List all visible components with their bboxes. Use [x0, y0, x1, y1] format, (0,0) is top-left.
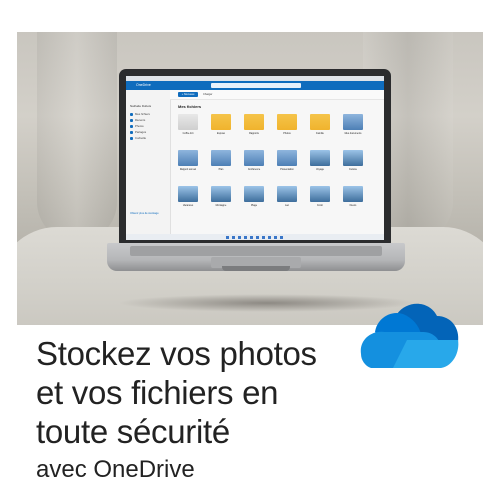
headline-line-1: Stockez vos photos: [36, 335, 317, 372]
file-name: Plan: [218, 168, 224, 171]
laptop-screen: OneDrive Nathalie Dubois Mes fichiers Ré…: [126, 76, 384, 240]
file-tile: Lac: [275, 186, 299, 212]
command-bar: + Nouveau Charger: [170, 90, 384, 100]
laptop-keyboard: [130, 246, 382, 256]
file-tile: Rapports: [242, 114, 266, 140]
file-thumbnail: [310, 150, 330, 166]
file-thumbnail: [244, 186, 264, 202]
file-tile: Conférence: [242, 150, 266, 176]
file-name: Fleurs: [349, 204, 357, 207]
file-name: Lac: [285, 204, 289, 207]
sidebar-item: Récents: [130, 118, 145, 122]
folder-icon: [244, 114, 264, 130]
headline: Stockez vos photos et vos fichiers en to…: [36, 334, 366, 451]
onedrive-suite-bar: OneDrive: [126, 81, 384, 90]
upload-button: Charger: [203, 93, 213, 96]
file-name: Cuisine: [349, 168, 357, 171]
file-name: Mes documents: [344, 132, 362, 135]
file-tile: Plage: [242, 186, 266, 212]
file-tile: Rapport annuel: [176, 150, 200, 176]
folder-icon: [211, 114, 231, 130]
file-thumbnail: [178, 114, 198, 130]
file-thumbnail: [277, 150, 297, 166]
onedrive-sidebar: Nathalie Dubois Mes fichiers Récents Pho…: [126, 90, 171, 240]
section-title: Mes fichiers: [178, 104, 202, 109]
file-thumbnail: [211, 150, 231, 166]
new-button: + Nouveau: [178, 92, 198, 97]
file-tile: Plan: [209, 150, 233, 176]
file-name: Famille: [316, 132, 324, 135]
file-name: Conférence: [247, 168, 261, 171]
file-thumbnail: [277, 186, 297, 202]
storage-link: Obtenir plus de stockage: [130, 212, 159, 215]
laptop-notch: [222, 266, 290, 271]
onedrive-cloud-icon: [360, 303, 459, 368]
subline: avec OneDrive: [36, 456, 195, 483]
file-tile: Exposé: [209, 114, 233, 140]
file-name: Coffre-fort: [182, 132, 194, 135]
app-name: OneDrive: [136, 83, 151, 87]
file-thumbnail: [244, 150, 264, 166]
file-tile: Montagne: [209, 186, 233, 212]
file-name: Exposé: [217, 132, 225, 135]
sidebar-item: Photos: [130, 124, 144, 128]
sidebar-item: Mes fichiers: [130, 112, 150, 116]
folder-icon: [277, 114, 297, 130]
file-thumbnail: [211, 186, 231, 202]
file-tile: Voyage: [308, 150, 332, 176]
file-tile: Présentation: [275, 150, 299, 176]
file-name: Photos: [283, 132, 291, 135]
file-name: Voyage: [316, 168, 324, 171]
headline-line-3: toute sécurité: [36, 413, 230, 450]
file-thumbnail: [343, 150, 363, 166]
file-name: Plage: [250, 204, 258, 207]
file-tile: Vacances: [176, 186, 200, 212]
file-thumbnail: [310, 186, 330, 202]
file-thumbnail: [343, 186, 363, 202]
file-tile: Photos: [275, 114, 299, 140]
file-name: Forêt: [317, 204, 323, 207]
taskbar: [126, 234, 384, 240]
headline-line-2: et vos fichiers en: [36, 374, 279, 411]
sidebar-user: Nathalie Dubois: [130, 104, 152, 108]
file-tile: Famille: [308, 114, 332, 140]
file-thumbnail: [178, 150, 198, 166]
sidebar-item: Partagés: [130, 130, 146, 134]
sidebar-item: Corbeille: [130, 136, 146, 140]
file-name: Présentation: [280, 168, 294, 171]
file-tile: Fleurs: [341, 186, 365, 212]
file-thumbnail: [178, 186, 198, 202]
search-input: [211, 83, 301, 88]
file-name: Rapport annuel: [179, 168, 197, 171]
file-tile: Forêt: [308, 186, 332, 212]
folder-icon: [310, 114, 330, 130]
file-name: Rapports: [249, 132, 259, 135]
file-name: Vacances: [182, 204, 194, 207]
file-tile: Cuisine: [341, 150, 365, 176]
file-tile: Coffre-fort: [176, 114, 200, 140]
file-tile: Mes documents: [341, 114, 365, 140]
file-thumbnail: [343, 114, 363, 130]
file-name: Montagne: [215, 204, 227, 207]
